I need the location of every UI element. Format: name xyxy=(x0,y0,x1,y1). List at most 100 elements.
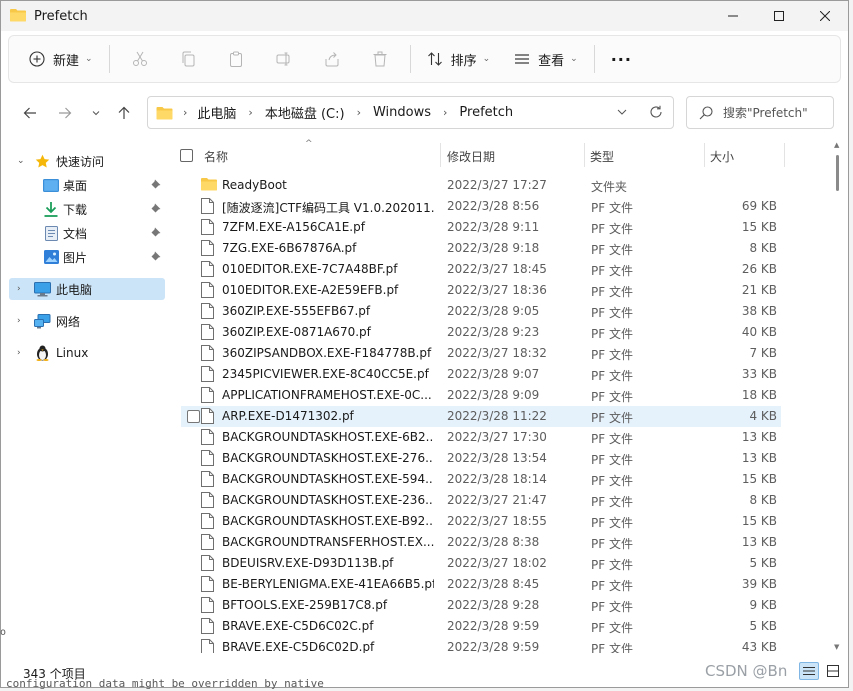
details-view-button[interactable] xyxy=(799,662,819,680)
rename-button[interactable] xyxy=(260,41,308,77)
scroll-down-icon[interactable]: ▼ xyxy=(834,643,839,651)
breadcrumb-local-disk[interactable]: 本地磁盘 (C:) xyxy=(265,103,345,122)
row-checkbox[interactable] xyxy=(187,410,200,423)
sidebar-item-quick-access[interactable]: ⌄ 快速访问 xyxy=(9,150,165,172)
search-box[interactable] xyxy=(686,96,834,129)
sidebar-item-label: 下载 xyxy=(63,202,88,217)
more-options-button[interactable]: ··· xyxy=(601,41,642,77)
sidebar-item-this-pc[interactable]: › 此电脑 xyxy=(9,278,165,300)
search-input[interactable] xyxy=(721,104,825,121)
file-row[interactable]: BACKGROUNDTASKHOST.EXE-6B2... 2022/3/27 1… xyxy=(181,427,781,448)
file-type: PF 文件 xyxy=(591,642,633,653)
sort-button[interactable]: 排序 ⌄ xyxy=(417,41,501,77)
maximize-button[interactable] xyxy=(756,1,802,31)
file-date: 2022/3/28 9:07 xyxy=(447,367,540,381)
vertical-scrollbar[interactable]: ▲ ▼ xyxy=(834,141,842,653)
file-row[interactable]: BDEUISRV.EXE-D93D113B.pf 2022/3/27 18:02 P… xyxy=(181,553,781,574)
file-row[interactable]: BACKGROUNDTASKHOST.EXE-276... 2022/3/28 1… xyxy=(181,448,781,469)
breadcrumb-windows[interactable]: Windows xyxy=(373,105,431,120)
plus-circle-icon xyxy=(29,51,45,67)
file-name: BFTOOLS.EXE-259B17C8.pf xyxy=(222,598,388,612)
file-row[interactable]: APPLICATIONFRAMEHOST.EXE-0C... 2022/3/28 … xyxy=(181,385,781,406)
file-date: 2022/3/28 9:11 xyxy=(447,220,540,234)
file-row[interactable]: 7ZG.EXE-6B67876A.pf 2022/3/28 9:18 PF 文件 8 … xyxy=(181,238,781,259)
pin-icon[interactable] xyxy=(151,203,161,216)
file-row[interactable]: BFTOOLS.EXE-259B17C8.pf 2022/3/28 9:28 PF … xyxy=(181,595,781,616)
chevron-right-icon[interactable]: › xyxy=(17,284,21,294)
column-divider[interactable] xyxy=(784,143,785,167)
file-type: PF 文件 xyxy=(591,285,633,299)
back-button[interactable] xyxy=(17,100,43,126)
file-row[interactable]: 360ZIP.EXE-555EFB67.pf 2022/3/28 9:05 PF 文… xyxy=(181,301,781,322)
sidebar-item-network[interactable]: › 网络 xyxy=(9,310,165,332)
picture-icon xyxy=(44,250,59,264)
paste-button[interactable] xyxy=(212,41,260,77)
column-divider[interactable] xyxy=(440,143,441,167)
pin-icon[interactable] xyxy=(151,251,161,264)
sidebar-item-linux[interactable]: › Linux xyxy=(9,342,165,364)
address-bar[interactable]: › 此电脑 › 本地磁盘 (C:) › Windows › Prefetch xyxy=(147,96,674,129)
network-icon xyxy=(34,313,51,329)
file-row[interactable]: 7ZFM.EXE-A156CA1E.pf 2022/3/28 9:11 PF 文件 1… xyxy=(181,217,781,238)
breadcrumb-prefetch[interactable]: Prefetch xyxy=(459,105,513,120)
sidebar-item-downloads[interactable]: 下载 xyxy=(9,198,165,220)
file-row[interactable]: BE-BERYLENIGMA.EXE-41EA66B5.pf 2022/3/28 … xyxy=(181,574,781,595)
file-type: PF 文件 xyxy=(591,579,633,593)
breadcrumb-this-pc[interactable]: 此电脑 xyxy=(197,103,236,122)
select-all-checkbox[interactable] xyxy=(180,149,193,162)
sidebar-item-pictures[interactable]: 图片 xyxy=(9,246,165,268)
column-divider[interactable] xyxy=(584,143,585,167)
column-header-date[interactable]: 修改日期 xyxy=(447,148,495,165)
copy-button[interactable] xyxy=(164,41,212,77)
cut-button[interactable] xyxy=(116,41,164,77)
file-row[interactable]: BACKGROUNDTASKHOST.EXE-B92... 2022/3/27 1… xyxy=(181,511,781,532)
file-name: 2345PICVIEWER.EXE-8C40CC5E.pf xyxy=(222,367,429,381)
file-row[interactable]: 010EDITOR.EXE-A2E59EFB.pf 2022/3/27 18:36… xyxy=(181,280,781,301)
sidebar-item-label: 桌面 xyxy=(63,178,88,193)
pin-icon[interactable] xyxy=(151,227,161,240)
recent-locations-button[interactable] xyxy=(83,100,109,126)
file-size: 40 KB xyxy=(741,325,777,339)
share-button[interactable] xyxy=(308,41,356,77)
file-row[interactable]: BRAVE.EXE-C5D6C02C.pf 2022/3/28 9:59 PF 文件… xyxy=(181,616,781,637)
address-dropdown-icon[interactable] xyxy=(617,108,627,116)
file-row[interactable]: 360ZIPSANDBOX.EXE-F184778B.pf 2022/3/27 1… xyxy=(181,343,781,364)
sidebar-item-documents[interactable]: 文档 xyxy=(9,222,165,244)
forward-button[interactable] xyxy=(52,100,78,126)
chevron-right-icon[interactable]: › xyxy=(17,348,21,358)
scroll-thumb[interactable] xyxy=(836,155,839,191)
scroll-up-icon[interactable]: ▲ xyxy=(834,141,839,149)
sidebar-item-desktop[interactable]: 桌面 xyxy=(9,174,165,196)
chevron-down-icon[interactable]: ⌄ xyxy=(17,156,25,166)
view-button[interactable]: 查看 ⌄ xyxy=(504,41,588,77)
file-row[interactable]: 360ZIP.EXE-0871A670.pf 2022/3/28 9:23 PF 文… xyxy=(181,322,781,343)
file-row[interactable]: BRAVE.EXE-C5D6C02D.pf 2022/3/28 9:59 PF 文件… xyxy=(181,637,781,653)
title-bar[interactable]: Prefetch xyxy=(1,1,848,31)
column-divider[interactable] xyxy=(704,143,705,167)
pin-icon[interactable] xyxy=(151,179,161,192)
chevron-right-icon[interactable]: › xyxy=(17,316,21,326)
folder-row[interactable]: ReadyBoot 2022/3/27 17:27 文件夹 xyxy=(181,175,781,196)
file-row[interactable]: BACKGROUNDTASKHOST.EXE-594... 2022/3/28 1… xyxy=(181,469,781,490)
file-name: BACKGROUNDTASKHOST.EXE-276... xyxy=(222,451,434,465)
copy-icon xyxy=(182,51,195,67)
column-header-size[interactable]: 大小 xyxy=(710,148,734,165)
new-button[interactable]: 新建 ⌄ xyxy=(19,41,103,77)
file-row[interactable]: 010EDITOR.EXE-7C7A48BF.pf 2022/3/27 18:45… xyxy=(181,259,781,280)
file-row[interactable]: [随波逐流]CTF编码工具 V1.0.202011... 2022/3/28 8:… xyxy=(181,196,781,217)
file-row[interactable]: 2345PICVIEWER.EXE-8C40CC5E.pf 2022/3/28 9… xyxy=(181,364,781,385)
refresh-icon[interactable] xyxy=(649,105,663,119)
close-button[interactable] xyxy=(802,1,848,31)
column-header-name[interactable]: 名称 xyxy=(204,148,228,165)
column-header-type[interactable]: 类型 xyxy=(590,148,614,165)
up-button[interactable] xyxy=(111,100,137,126)
chevron-down-icon: ⌄ xyxy=(570,54,578,64)
tiles-view-button[interactable] xyxy=(823,662,843,680)
file-row[interactable]: BACKGROUNDTASKHOST.EXE-236... 2022/3/27 2… xyxy=(181,490,781,511)
file-row[interactable]: BACKGROUNDTRANSFERHOST.EX... 2022/3/28 8:… xyxy=(181,532,781,553)
rename-icon xyxy=(276,52,290,66)
delete-button[interactable] xyxy=(356,41,404,77)
file-type: PF 文件 xyxy=(591,264,633,278)
minimize-button[interactable] xyxy=(710,1,756,31)
file-row[interactable]: ARP.EXE-D1471302.pf 2022/3/28 11:22 PF 文件 4… xyxy=(181,406,781,427)
